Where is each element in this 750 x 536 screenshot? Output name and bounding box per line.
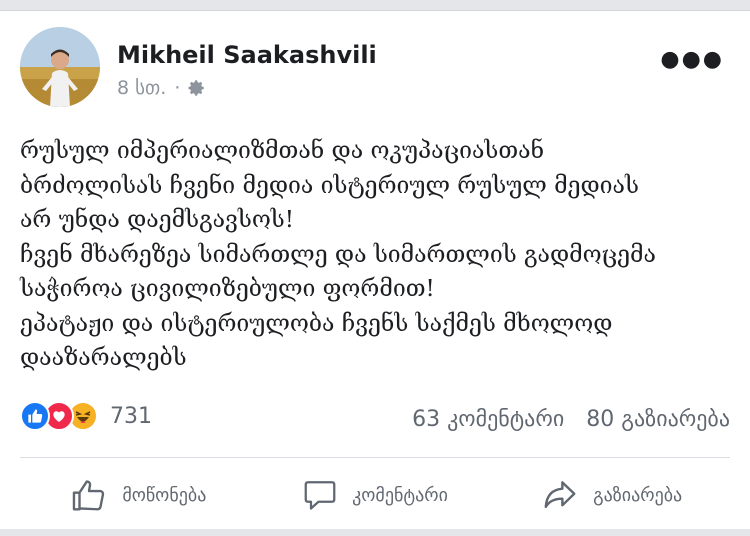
post-time[interactable]: 8 სთ. — [117, 77, 166, 99]
more-options-icon[interactable]: ●●● — [660, 49, 724, 71]
post-card: Mikheil Saakashvili 8 სთ. · ●●● რუსულ იმ… — [0, 11, 750, 536]
post-text-line: ეპატაჟი და ისტერიულობა ჩვენს საქმეს მხოლ… — [20, 310, 613, 337]
comment-icon — [304, 481, 336, 510]
like-label: მოწონება — [122, 484, 207, 506]
post-text-line: დააზარალებს — [20, 345, 187, 371]
share-button[interactable]: გაზიარება — [493, 463, 730, 527]
thumbs-up-icon — [73, 480, 105, 511]
avatar-photo — [20, 27, 100, 107]
reactions-summary[interactable]: 731 — [20, 401, 152, 431]
avatar[interactable] — [20, 27, 100, 107]
share-label: გაზიარება — [593, 484, 683, 506]
post-text-line: ჩვენ მხარეზეა სიმართლე და სიმართლის გადმ… — [20, 241, 656, 268]
post-text-line: არ უნდა დაემსგავსოს! — [20, 207, 295, 233]
reaction-count: 731 — [110, 403, 152, 429]
post-text-line: საჭიროა ცივილიზებული ფორმით! — [20, 276, 435, 302]
dot-separator: · — [174, 77, 181, 99]
post-body: რუსულ იმპერიალიზმთან და ოკუპაციასთან ბრძ… — [20, 134, 740, 376]
comment-label: კომენტარი — [352, 484, 448, 506]
feed-background-bottom — [0, 529, 750, 536]
share-arrow-icon — [544, 481, 576, 509]
post-actions: მოწონება კომენტარი გაზიარება — [20, 463, 730, 527]
author-name[interactable]: Mikheil Saakashvili — [117, 41, 377, 69]
post-meta: 8 სთ. · — [117, 77, 206, 99]
comments-count[interactable]: 63 კომენტარი — [412, 407, 564, 432]
feed-background-top — [0, 0, 750, 10]
comment-button[interactable]: კომენტარი — [257, 463, 494, 527]
post-text-line: ბრძოლისას ჩვენი მედია ისტერიულ რუსულ მედ… — [20, 172, 639, 199]
gear-icon[interactable] — [188, 79, 206, 97]
engagement-counts: 63 კომენტარი 80 გაზიარება — [412, 407, 730, 432]
actions-divider — [20, 457, 730, 458]
shares-count[interactable]: 80 გაზიარება — [586, 407, 730, 432]
like-button[interactable]: მოწონება — [20, 463, 257, 527]
post-text-line: რუსულ იმპერიალიზმთან და ოკუპაციასთან — [20, 138, 545, 164]
like-reaction-icon — [20, 401, 50, 431]
